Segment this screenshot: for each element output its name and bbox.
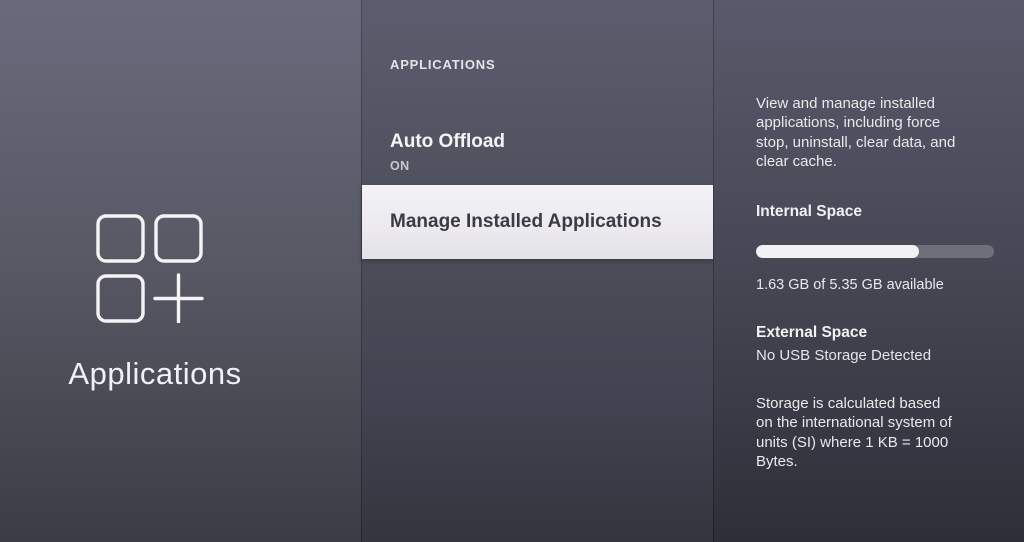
internal-space-available-text: 1.63 GB of 5.35 GB available (756, 277, 944, 293)
applications-settings-screen: Applications APPLICATIONS Auto Offload O… (0, 0, 1024, 542)
left-panel: Applications (0, 0, 361, 542)
internal-space-progress-bar (756, 245, 994, 258)
external-space-label: External Space (756, 324, 868, 341)
page-title: Applications (68, 356, 242, 391)
internal-space-label: Internal Space (756, 203, 862, 220)
menu-item-label: Auto Offload (390, 131, 506, 152)
storage-note: Storage is calculated based on the inter… (756, 395, 952, 470)
menu-section-header: APPLICATIONS (390, 57, 496, 72)
section-description: View and manage installed applications, … (756, 95, 956, 170)
menu-item-manage-installed-applications[interactable]: Manage Installed Applications (362, 185, 713, 259)
info-panel: View and manage installed applications, … (713, 0, 1024, 542)
menu-item-auto-offload[interactable]: Auto Offload ON (390, 131, 693, 173)
internal-space-bar-fill (756, 245, 920, 258)
apps-grid-plus-icon (96, 214, 204, 323)
menu-item-value: ON (390, 159, 410, 173)
menu-item-label: Manage Installed Applications (390, 211, 662, 232)
menu-panel: APPLICATIONS Auto Offload ON Manage Inst… (361, 0, 713, 542)
external-space-status: No USB Storage Detected (756, 347, 932, 364)
